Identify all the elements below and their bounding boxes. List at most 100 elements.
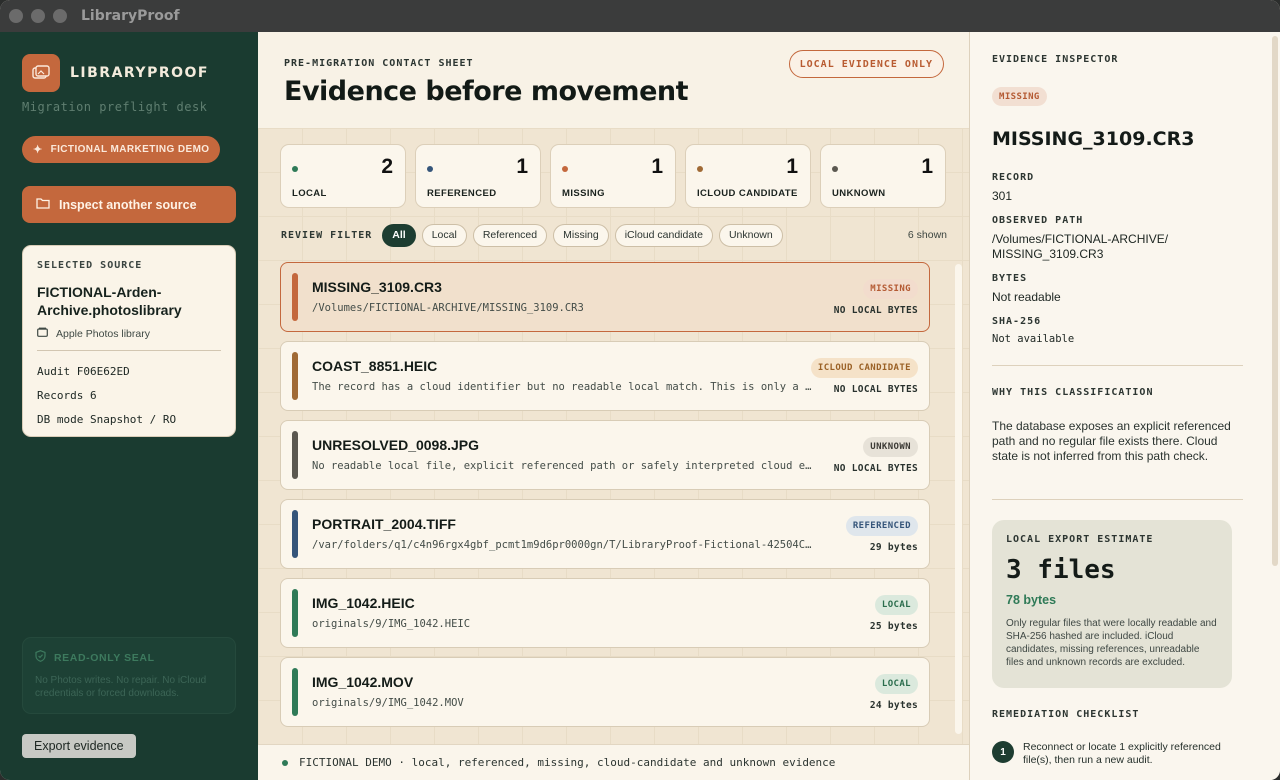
local-export-estimate: LOCAL EXPORT ESTIMATE 3 files 78 bytes O… bbox=[992, 520, 1232, 688]
main-header: PRE-MIGRATION CONTACT SHEET Evidence bef… bbox=[258, 32, 969, 128]
stat-value: 1 bbox=[516, 155, 528, 178]
record-bytes: NO LOCAL BYTES bbox=[833, 305, 918, 316]
audit-id: Audit F06E62ED bbox=[37, 365, 130, 378]
seal-text: No Photos writes. No repair. No iCloud c… bbox=[35, 675, 207, 699]
record-bytes: 24 bytes bbox=[869, 700, 918, 711]
selected-source-label: SELECTED SOURCE bbox=[37, 260, 143, 271]
status-dot bbox=[282, 759, 288, 766]
record-name: IMG_1042.MOV bbox=[312, 674, 414, 690]
source-type-label: Apple Photos library bbox=[56, 327, 150, 340]
sha-value: Not available bbox=[992, 333, 1075, 345]
status-dot bbox=[427, 166, 433, 172]
record-name: PORTRAIT_2004.TIFF bbox=[312, 516, 456, 532]
status-badge: REFERENCED bbox=[845, 516, 918, 536]
estimate-label: LOCAL EXPORT ESTIMATE bbox=[1006, 534, 1154, 545]
status-dot bbox=[562, 166, 568, 172]
page-eyebrow: PRE-MIGRATION CONTACT SHEET bbox=[284, 58, 474, 69]
filter-chip-referenced[interactable]: Referenced bbox=[472, 223, 548, 247]
source-meta: Audit F06E62ED Records 6 DB mode Snapsho… bbox=[37, 360, 221, 432]
checklist-item: 1 Reconnect or locate 1 explicitly refer… bbox=[992, 741, 1238, 767]
filter-chip-unknown[interactable]: Unknown bbox=[718, 223, 783, 247]
why-label: WHY THIS CLASSIFICATION bbox=[992, 387, 1154, 398]
filter-chip-local[interactable]: Local bbox=[421, 223, 467, 247]
filter-chip-icloud-candidate[interactable]: iCloud candidate bbox=[614, 223, 713, 247]
status-bar bbox=[292, 589, 298, 637]
stat-value: 1 bbox=[921, 155, 933, 178]
export-evidence-button[interactable]: Export evidence bbox=[22, 734, 136, 758]
record-name: IMG_1042.HEIC bbox=[312, 595, 415, 611]
status-bar bbox=[292, 510, 298, 558]
library-icon bbox=[37, 327, 48, 340]
folder-icon bbox=[36, 197, 50, 212]
source-type: Apple Photos library bbox=[37, 327, 221, 340]
estimate-note: Only regular files that were locally rea… bbox=[1006, 618, 1217, 668]
stat-value: 1 bbox=[786, 155, 798, 178]
status-dot bbox=[292, 166, 298, 172]
stat-icloud-candidate: 1 ICLOUD CANDIDATE bbox=[685, 144, 811, 208]
bytes-label: BYTES bbox=[992, 273, 1028, 284]
record-bytes: NO LOCAL BYTES bbox=[833, 384, 918, 395]
estimate-bytes: 78 bytes bbox=[1006, 593, 1057, 607]
record-path: /var/folders/q1/c4n96rgx4gbf_pcmt1m9d6pr… bbox=[312, 539, 817, 551]
main-panel: PRE-MIGRATION CONTACT SHEET Evidence bef… bbox=[258, 32, 969, 780]
stat-label: REFERENCED bbox=[427, 188, 497, 199]
source-name: FICTIONAL-Arden-Archive.photoslibrary bbox=[37, 284, 182, 318]
record-value: 301 bbox=[992, 189, 1013, 203]
brand: LIBRARYPROOF bbox=[22, 54, 209, 92]
record-row[interactable]: COAST_8851.HEIC The record has a cloud i… bbox=[280, 341, 930, 411]
record-name: MISSING_3109.CR3 bbox=[312, 279, 442, 295]
divider bbox=[992, 499, 1243, 500]
checklist-text: Reconnect or locate 1 explicitly referen… bbox=[1023, 741, 1221, 766]
record-name: COAST_8851.HEIC bbox=[312, 358, 438, 374]
record-list: MISSING_3109.CR3 /Volumes/FICTIONAL-ARCH… bbox=[280, 262, 930, 736]
stat-value: 1 bbox=[651, 155, 663, 178]
status-footer: FICTIONAL DEMO · local, referenced, miss… bbox=[258, 744, 969, 780]
photos-icon bbox=[22, 54, 60, 92]
window-title: LibraryProof bbox=[81, 8, 180, 24]
record-row[interactable]: UNRESOLVED_0098.JPG No readable local fi… bbox=[280, 420, 930, 490]
status-bar bbox=[292, 352, 298, 400]
sparkle-icon: ✦ bbox=[33, 144, 43, 156]
record-path: /Volumes/FICTIONAL-ARCHIVE/MISSING_3109.… bbox=[312, 302, 584, 314]
seal-title: READ-ONLY SEAL bbox=[35, 650, 223, 665]
status-dot bbox=[697, 166, 703, 172]
footer-text: FICTIONAL DEMO · local, referenced, miss… bbox=[299, 756, 836, 769]
status-bar bbox=[292, 431, 298, 479]
stat-unknown: 1 UNKNOWN bbox=[820, 144, 946, 208]
status-badge: UNKNOWN bbox=[863, 437, 918, 457]
inspect-another-source-button[interactable]: Inspect another source bbox=[22, 186, 236, 223]
divider bbox=[992, 365, 1243, 366]
evidence-inspector: EVIDENCE INSPECTOR MISSING MISSING_3109.… bbox=[969, 32, 1280, 780]
db-mode: DB mode Snapshot / RO bbox=[37, 413, 177, 426]
record-row[interactable]: PORTRAIT_2004.TIFF /var/folders/q1/c4n96… bbox=[280, 499, 930, 569]
inspect-button-label: Inspect another source bbox=[59, 197, 197, 212]
status-bar bbox=[292, 273, 298, 321]
stat-value: 2 bbox=[381, 155, 393, 178]
inspector-scrollbar[interactable] bbox=[1272, 36, 1278, 566]
record-path: No readable local file, explicit referen… bbox=[312, 460, 817, 472]
divider bbox=[37, 350, 221, 351]
bytes-value: Not readable bbox=[992, 290, 1061, 304]
brand-name: LIBRARYPROOF bbox=[70, 65, 209, 81]
record-row[interactable]: MISSING_3109.CR3 /Volumes/FICTIONAL-ARCH… bbox=[280, 262, 930, 332]
title-bar: LibraryProof bbox=[0, 0, 1280, 32]
status-badge: MISSING bbox=[992, 87, 1047, 106]
filter-label: REVIEW FILTER bbox=[281, 229, 373, 241]
status-dot bbox=[832, 166, 838, 172]
filter-chip-all[interactable]: All bbox=[382, 223, 416, 247]
close-window-button[interactable] bbox=[9, 9, 23, 23]
record-row[interactable]: IMG_1042.HEIC originals/9/IMG_1042.HEIC … bbox=[280, 578, 930, 648]
record-row[interactable]: IMG_1042.MOV originals/9/IMG_1042.MOV LO… bbox=[280, 657, 930, 727]
status-badge: LOCAL bbox=[874, 595, 918, 615]
stat-missing: 1 MISSING bbox=[550, 144, 676, 208]
stat-local: 2 LOCAL bbox=[280, 144, 406, 208]
record-path: The record has a cloud identifier but no… bbox=[312, 381, 817, 393]
demo-badge-label: FICTIONAL MARKETING DEMO bbox=[50, 144, 210, 155]
filter-chip-missing[interactable]: Missing bbox=[553, 223, 609, 247]
record-label: RECORD bbox=[992, 172, 1035, 183]
inspector-record-name: MISSING_3109.CR3 bbox=[992, 128, 1195, 150]
zoom-window-button[interactable] bbox=[53, 9, 67, 23]
minimize-window-button[interactable] bbox=[31, 9, 45, 23]
app-window: LibraryProof LIBRARYPROOF Migration pref… bbox=[0, 0, 1280, 780]
list-scrollbar[interactable] bbox=[955, 264, 962, 734]
